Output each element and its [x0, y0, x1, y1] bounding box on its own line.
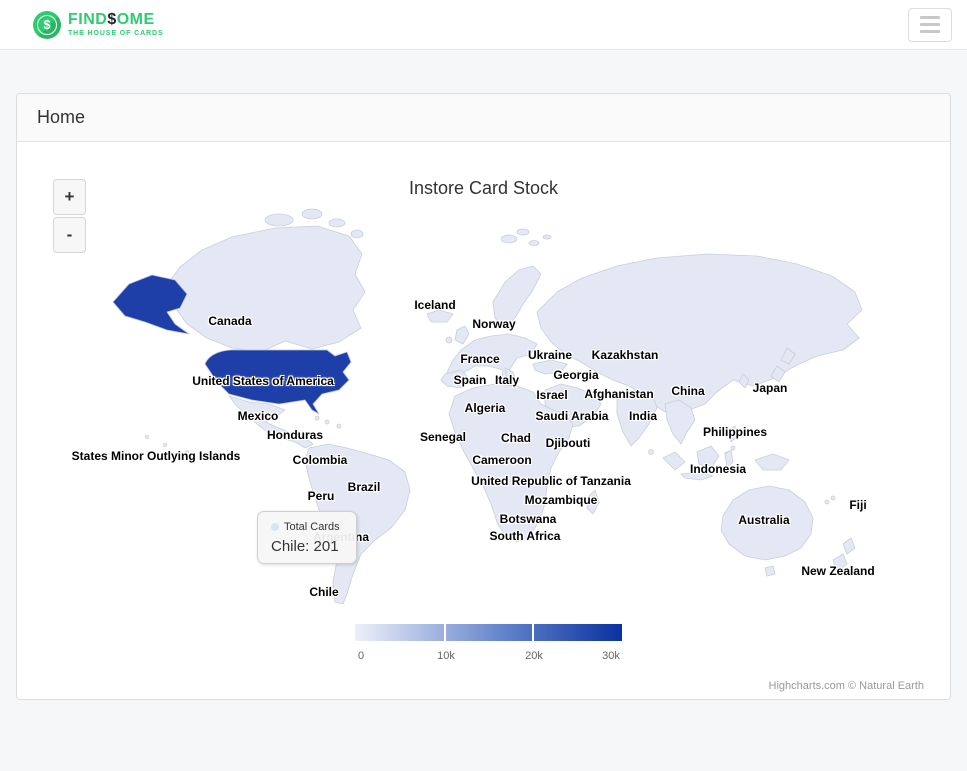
home-panel: Home Instore Card Stock + -: [16, 93, 951, 700]
land-layer: [113, 209, 862, 604]
map-zoom-controls: + -: [53, 179, 86, 253]
color-axis-gradient-bar: [355, 624, 622, 641]
panel-body: Instore Card Stock + -: [17, 142, 950, 699]
hamburger-icon: [920, 16, 940, 19]
series-marker-icon: [271, 523, 279, 531]
chart-credits[interactable]: Highcharts.com © Natural Earth: [769, 680, 924, 692]
instore-card-stock-chart: Instore Card Stock + -: [17, 142, 950, 699]
menu-toggle-button[interactable]: [908, 8, 952, 42]
dollar-coin-icon: $: [33, 11, 61, 39]
zoom-out-button[interactable]: -: [53, 217, 86, 253]
brand-tagline: THE HOUSE OF CARDS: [68, 30, 164, 37]
legend-tick-label: 20k: [525, 650, 543, 662]
color-axis-legend: 0 10k 20k 30k: [355, 624, 622, 664]
country-united-states[interactable]: [205, 350, 351, 414]
top-navbar: $ FIND$OME THE HOUSE OF CARDS: [0, 0, 967, 50]
brand-text: FIND$OME THE HOUSE OF CARDS: [68, 12, 164, 37]
tooltip-point-value: Chile: 201: [271, 538, 343, 555]
legend-tick-label: 30k: [602, 650, 620, 662]
brand-name: FIND$OME: [68, 12, 164, 28]
world-map[interactable]: [17, 142, 950, 699]
map-tooltip: Total Cards Chile: 201: [257, 511, 357, 564]
zoom-in-button[interactable]: +: [53, 179, 86, 215]
legend-tick-label: 10k: [437, 650, 455, 662]
brand-logo[interactable]: $ FIND$OME THE HOUSE OF CARDS: [33, 11, 164, 39]
tooltip-series-name: Total Cards: [284, 521, 340, 533]
legend-tick-label: 0: [358, 650, 364, 662]
panel-heading: Home: [17, 94, 950, 142]
country-alaska: [113, 275, 189, 334]
